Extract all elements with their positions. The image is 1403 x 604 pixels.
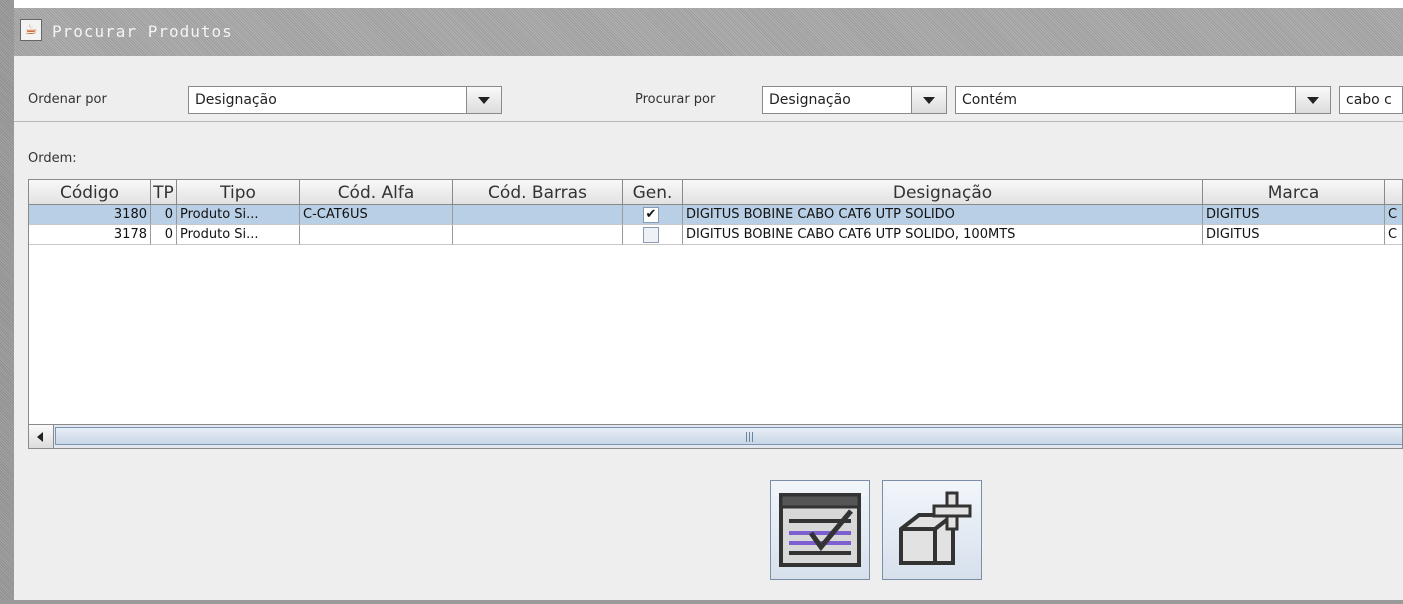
- gen-checkbox-unchecked[interactable]: [643, 227, 659, 243]
- scroll-left-button[interactable]: [29, 425, 54, 448]
- horizontal-scrollbar[interactable]: [29, 424, 1402, 448]
- checklist-icon: [779, 493, 861, 567]
- cell-tp: 0: [151, 205, 177, 225]
- cell-tp: 0: [151, 225, 177, 245]
- search-field-value: Designação: [769, 92, 851, 108]
- order-caption: Ordem:: [28, 151, 77, 166]
- add-product-button[interactable]: [882, 480, 982, 580]
- select-product-button[interactable]: [770, 480, 870, 580]
- search-mode-value: Contém: [962, 92, 1017, 108]
- column-header-cod-barras[interactable]: Cód. Barras: [453, 180, 623, 204]
- table-header: Código TP Tipo Cód. Alfa Cód. Barras Gen…: [29, 180, 1402, 205]
- product-search-window: ☕ Procurar Produtos Ordenar por Designaç…: [0, 0, 1403, 604]
- column-header-codigo[interactable]: Código: [29, 180, 151, 204]
- chevron-down-icon: [1307, 97, 1319, 104]
- search-field-dropdown-button[interactable]: [911, 87, 946, 113]
- column-header-marca[interactable]: Marca: [1203, 180, 1385, 204]
- column-header-extra[interactable]: [1385, 180, 1402, 204]
- cell-designacao: DIGITUS BOBINE CABO CAT6 UTP SOLIDO: [683, 205, 1203, 225]
- cell-cod-alfa: [300, 225, 453, 245]
- cell-extra: C: [1385, 205, 1402, 225]
- gen-checkbox-checked[interactable]: ✔: [643, 207, 659, 223]
- search-by-label: Procurar por: [635, 92, 716, 107]
- cell-tipo: Produto Si...: [177, 205, 300, 225]
- window-top-edge: [0, 0, 1403, 8]
- cell-gen: [623, 225, 683, 245]
- scrollbar-thumb[interactable]: [55, 427, 1402, 445]
- search-field-select[interactable]: Designação: [762, 86, 947, 114]
- search-text-value: cabo c: [1346, 92, 1392, 108]
- table-row[interactable]: 3178 0 Produto Si... DIGITUS BOBINE CABO…: [29, 225, 1402, 245]
- cell-codigo: 3180: [29, 205, 151, 225]
- cell-extra: C: [1385, 225, 1402, 245]
- search-text-input[interactable]: cabo c: [1339, 86, 1403, 114]
- order-by-value: Designação: [195, 92, 277, 108]
- order-by-select[interactable]: Designação: [188, 86, 502, 114]
- search-mode-dropdown-button[interactable]: [1295, 87, 1330, 113]
- cell-designacao: DIGITUS BOBINE CABO CAT6 UTP SOLIDO, 100…: [683, 225, 1203, 245]
- cell-cod-barras: [453, 205, 623, 225]
- window-title: Procurar Produtos: [52, 22, 233, 41]
- cell-cod-alfa: C-CAT6US: [300, 205, 453, 225]
- java-cup-icon: ☕: [20, 19, 42, 41]
- cell-marca: DIGITUS: [1203, 225, 1385, 245]
- arrow-left-icon: [37, 432, 43, 442]
- content-panel: Ordenar por Designação Procurar por Desi…: [14, 56, 1403, 600]
- search-mode-select[interactable]: Contém: [955, 86, 1331, 114]
- order-by-label: Ordenar por: [28, 92, 107, 107]
- column-header-tipo[interactable]: Tipo: [177, 180, 300, 204]
- window-left-border: [0, 0, 14, 604]
- column-header-cod-alfa[interactable]: Cód. Alfa: [300, 180, 453, 204]
- scrollbar-grip: [746, 432, 754, 442]
- cell-tipo: Produto Si...: [177, 225, 300, 245]
- add-box-icon: [899, 491, 972, 565]
- column-header-designacao[interactable]: Designação: [683, 180, 1203, 204]
- title-bar[interactable]: ☕ Procurar Produtos: [14, 8, 1403, 56]
- table-row[interactable]: 3180 0 Produto Si... C-CAT6US ✔ DIGITUS …: [29, 205, 1402, 225]
- window-bottom-border: [0, 600, 1403, 604]
- cell-cod-barras: [453, 225, 623, 245]
- cell-marca: DIGITUS: [1203, 205, 1385, 225]
- column-header-tp[interactable]: TP: [151, 180, 177, 204]
- chevron-down-icon: [478, 97, 490, 104]
- cell-gen: ✔: [623, 205, 683, 225]
- cell-codigo: 3178: [29, 225, 151, 245]
- order-by-dropdown-button[interactable]: [466, 87, 501, 113]
- column-header-gen[interactable]: Gen.: [623, 180, 683, 204]
- products-table: Código TP Tipo Cód. Alfa Cód. Barras Gen…: [28, 179, 1403, 449]
- filters-separator: [14, 121, 1403, 122]
- chevron-down-icon: [923, 97, 935, 104]
